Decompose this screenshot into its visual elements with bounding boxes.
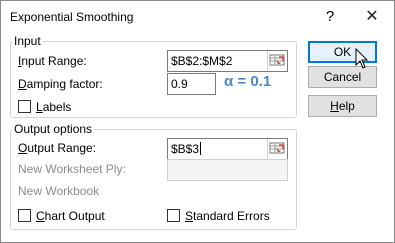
labels-checkbox[interactable] (18, 100, 31, 113)
new-worksheet-ply-field (167, 159, 288, 181)
text-caret (200, 142, 202, 155)
new-worksheet-ply-label: New Worksheet Ply: (18, 162, 126, 176)
chart-output-checkbox[interactable] (18, 209, 31, 222)
help-button[interactable]: Help (308, 95, 377, 117)
dialog-title: Exponential Smoothing (10, 10, 134, 24)
close-icon[interactable]: ✕ (361, 6, 383, 28)
input-range-refedit-icon[interactable] (267, 51, 287, 71)
output-group-legend: Output options (12, 122, 95, 136)
title-bar: Exponential Smoothing ? ✕ (1, 1, 394, 32)
output-range-refedit-icon[interactable] (267, 139, 287, 159)
output-range-label: Output Range: (18, 141, 97, 155)
alpha-annotation: α = 0.1 (224, 73, 272, 90)
damping-factor-label: Damping factor: (18, 77, 103, 91)
input-range-label: Input Range: (18, 54, 87, 68)
exponential-smoothing-dialog: Exponential Smoothing ? ✕ Input Input Ra… (0, 0, 395, 243)
standard-errors-checkbox[interactable] (167, 209, 180, 222)
help-question-icon[interactable]: ? (320, 7, 340, 27)
chart-output-label: Chart Output (36, 209, 105, 223)
standard-errors-label: Standard Errors (185, 209, 270, 223)
new-workbook-label: New Workbook (18, 184, 100, 198)
cursor-arrow-icon (355, 48, 369, 69)
labels-checkbox-label: Labels (36, 100, 72, 114)
input-group-legend: Input (12, 34, 43, 48)
damping-factor-field[interactable]: 0.9 (167, 73, 216, 95)
